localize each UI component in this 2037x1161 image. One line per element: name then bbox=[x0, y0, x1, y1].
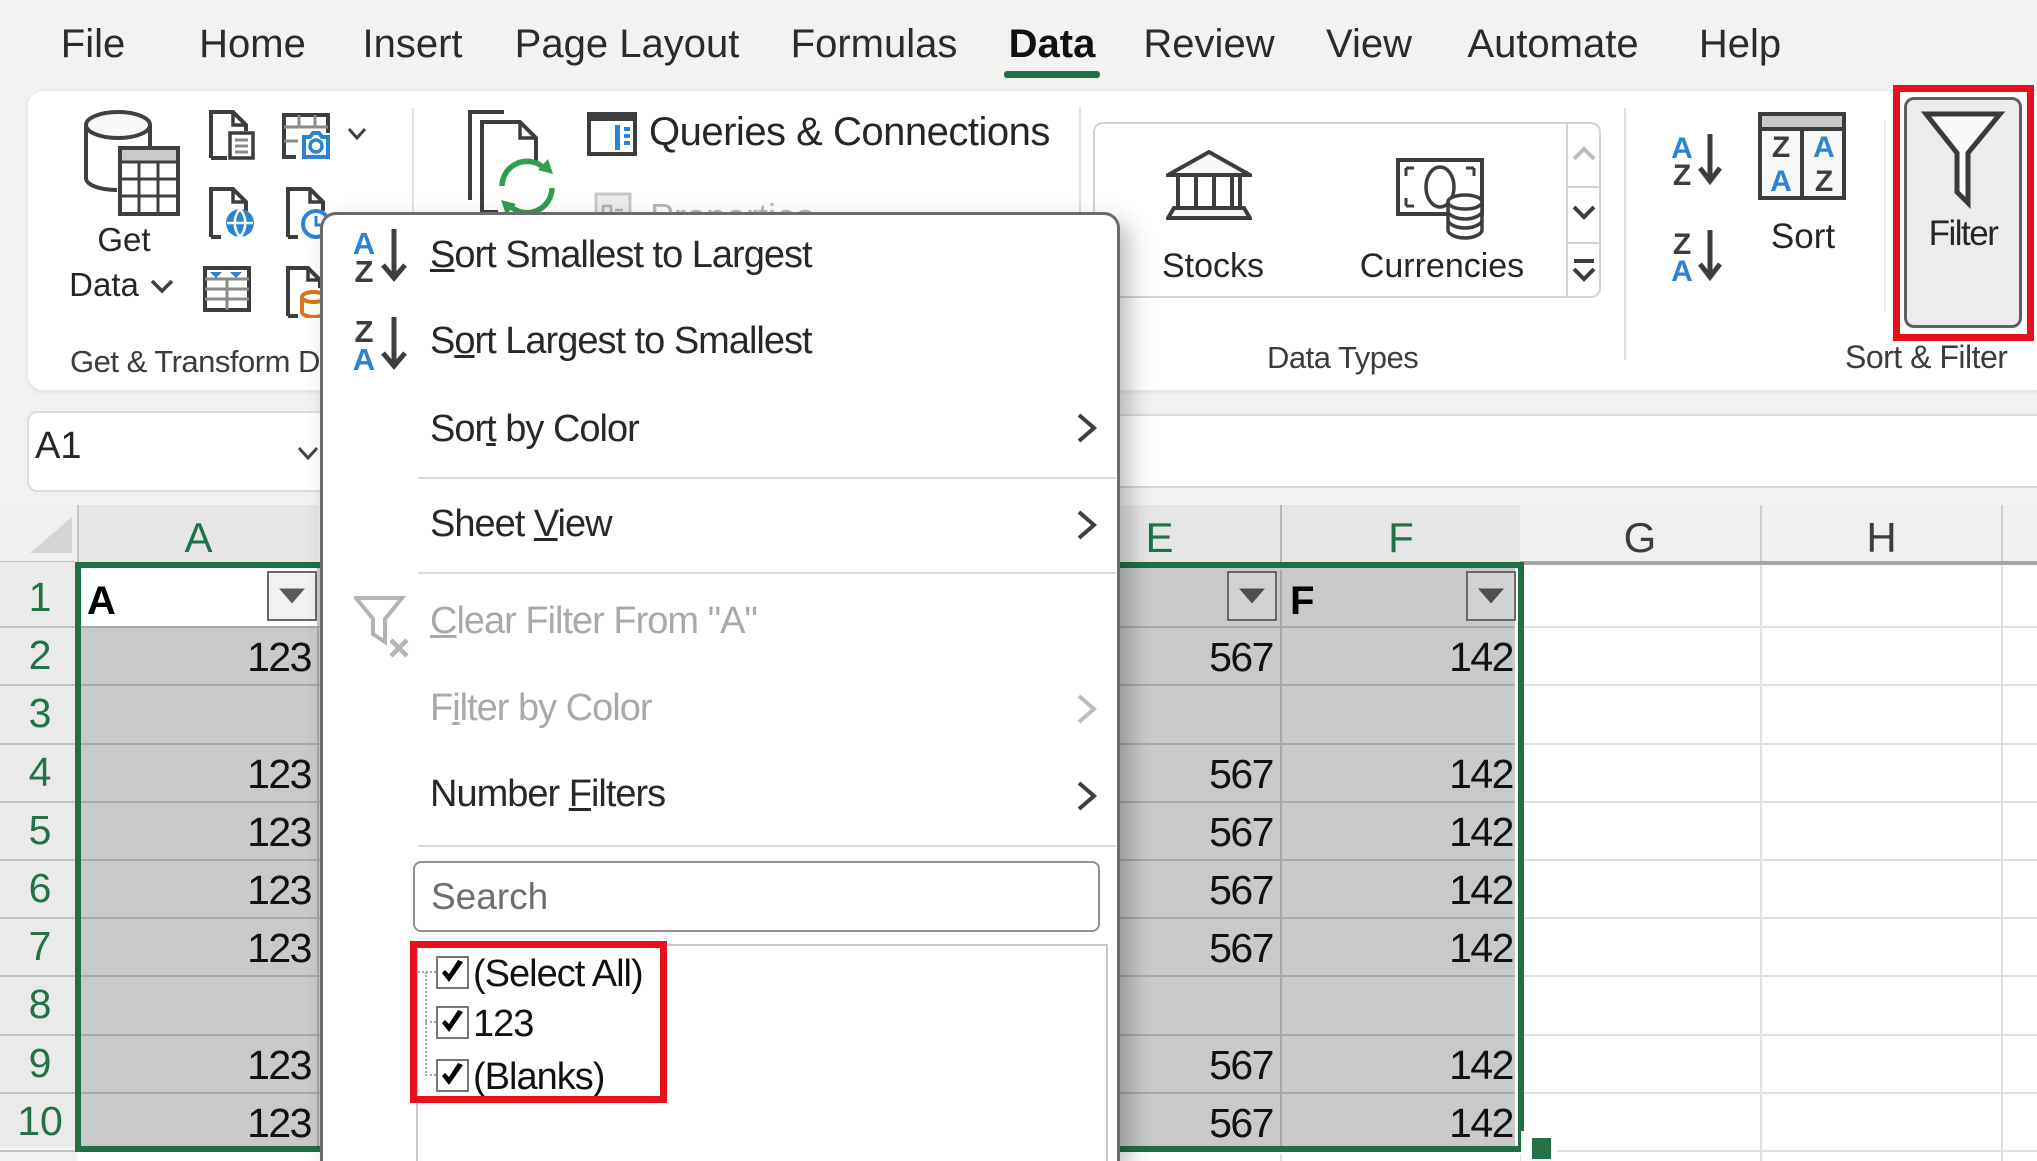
svg-text:A: A bbox=[1671, 255, 1693, 283]
svg-text:A: A bbox=[1813, 131, 1835, 164]
svg-text:A: A bbox=[1770, 165, 1792, 198]
svg-text:Z: Z bbox=[355, 254, 374, 284]
svg-text:A: A bbox=[353, 342, 375, 372]
svg-text:Z: Z bbox=[1815, 165, 1833, 198]
svg-text:Z: Z bbox=[1673, 159, 1691, 187]
svg-text:Z: Z bbox=[1772, 131, 1790, 164]
